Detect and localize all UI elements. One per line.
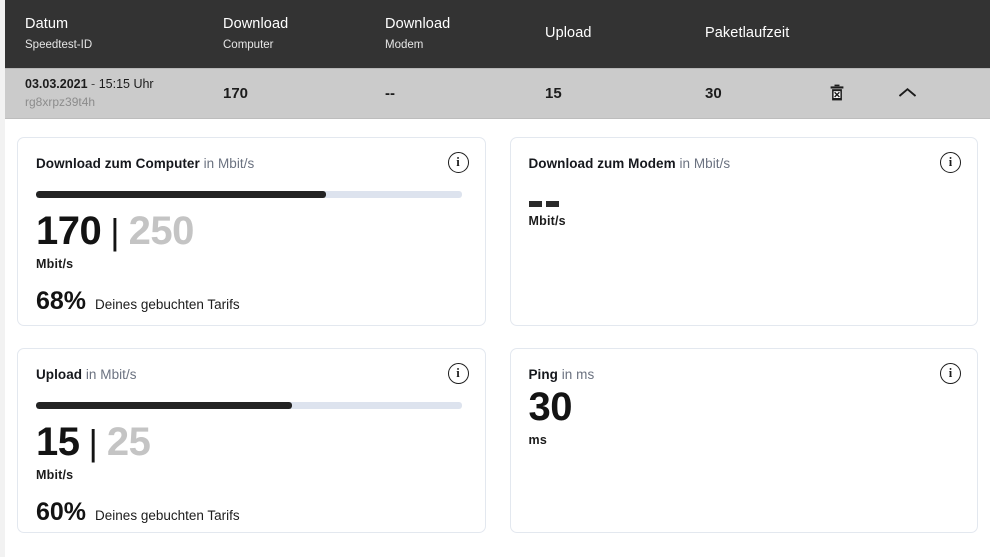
cell-date-value: 03.03.2021 xyxy=(25,77,88,91)
cell-datum: 03.03.2021 - 15:15 Uhr rg8xrpz39t4h xyxy=(25,69,215,118)
table-row[interactable]: 03.03.2021 - 15:15 Uhr rg8xrpz39t4h 170 … xyxy=(5,68,990,119)
cell-download-computer: 170 xyxy=(223,69,373,118)
card-download-modem-title-strong: Download zum Modem xyxy=(529,156,676,171)
cell-upload: 15 xyxy=(545,69,695,118)
card-ping-value: 30 xyxy=(529,388,573,426)
column-header-paketlaufzeit-title: Paketlaufzeit xyxy=(705,24,865,44)
card-ping-title-strong: Ping xyxy=(529,367,558,382)
column-header-download-modem-title: Download xyxy=(385,15,535,35)
card-upload-percent-row: 60% Deines gebuchten Tarifs xyxy=(36,500,465,525)
card-download-computer-metric: 170 | 250 xyxy=(36,212,465,250)
column-header-download-computer-title: Download xyxy=(223,15,373,35)
column-header-datum: Datum Speedtest-ID xyxy=(25,0,215,68)
card-upload-separator: | xyxy=(89,426,98,460)
card-download-computer-percent-label: Deines gebuchten Tarifs xyxy=(95,297,240,312)
trash-icon xyxy=(830,84,844,104)
info-icon[interactable]: i xyxy=(448,152,469,173)
card-upload-title-strong: Upload xyxy=(36,367,82,382)
cell-upload-value: 15 xyxy=(545,85,695,102)
card-download-modem-title: Download zum Modem in Mbit/s xyxy=(529,156,958,171)
cell-date-separator: - xyxy=(91,77,95,91)
column-header-paketlaufzeit: Paketlaufzeit xyxy=(705,0,865,68)
column-header-upload-title: Upload xyxy=(545,24,695,44)
column-header-datum-title: Datum xyxy=(25,15,215,35)
column-header-download-modem: Download Modem xyxy=(385,0,535,68)
card-upload-progress-fill xyxy=(36,402,292,409)
info-icon[interactable]: i xyxy=(940,363,961,384)
speedtest-results-page: Datum Speedtest-ID Download Computer Dow… xyxy=(0,0,999,557)
card-download-computer-title: Download zum Computer in Mbit/s xyxy=(36,156,465,171)
card-upload-value: 15 xyxy=(36,423,80,461)
column-header-upload: Upload xyxy=(545,0,695,68)
delete-row-button[interactable] xyxy=(817,69,857,118)
card-download-computer-progress-track xyxy=(36,191,462,198)
card-download-computer-percent: 68% xyxy=(36,289,86,314)
card-upload-progress-track xyxy=(36,402,462,409)
metric-cards-grid: Download zum Computer in Mbit/s i 170 | … xyxy=(5,119,990,557)
dash-glyph xyxy=(529,201,542,207)
collapse-row-button-wrap[interactable] xyxy=(887,69,927,118)
card-download-modem-unit: Mbit/s xyxy=(529,214,958,228)
card-upload-unit: Mbit/s xyxy=(36,468,465,482)
card-download-computer-value: 170 xyxy=(36,212,101,250)
card-download-computer-separator: | xyxy=(110,215,119,249)
card-download-modem-title-rest: in Mbit/s xyxy=(676,156,731,171)
cell-speedtest-id: rg8xrpz39t4h xyxy=(25,95,215,111)
card-upload-max: 25 xyxy=(107,423,151,461)
column-header-download-computer: Download Computer xyxy=(223,0,373,68)
column-header-download-computer-subtitle: Computer xyxy=(223,38,373,53)
card-download-modem: Download zum Modem in Mbit/s i Mbit/s xyxy=(510,137,979,326)
card-download-computer: Download zum Computer in Mbit/s i 170 | … xyxy=(17,137,486,326)
card-upload: Upload in Mbit/s i 15 | 25 Mbit/s 60% De… xyxy=(17,348,486,533)
card-upload-metric: 15 | 25 xyxy=(36,423,465,461)
card-download-computer-max: 250 xyxy=(129,212,194,250)
cell-download-modem-value: -- xyxy=(385,85,535,102)
card-download-computer-progress-fill xyxy=(36,191,326,198)
cell-download-modem: -- xyxy=(385,69,535,118)
card-download-computer-percent-row: 68% Deines gebuchten Tarifs xyxy=(36,289,465,314)
card-ping-title-rest: in ms xyxy=(558,367,594,382)
info-icon[interactable]: i xyxy=(448,363,469,384)
cell-time-value: 15:15 Uhr xyxy=(99,77,154,91)
card-upload-percent: 60% xyxy=(36,500,86,525)
card-upload-title-rest: in Mbit/s xyxy=(82,367,137,382)
card-download-modem-value xyxy=(529,201,958,207)
results-table-header: Datum Speedtest-ID Download Computer Dow… xyxy=(5,0,990,68)
card-ping: Ping in ms i 30 ms xyxy=(510,348,979,533)
chevron-up-icon xyxy=(899,86,916,101)
collapse-row-button[interactable] xyxy=(887,69,927,118)
delete-row-button-wrap[interactable] xyxy=(817,69,857,118)
cell-datum-datetime: 03.03.2021 - 15:15 Uhr xyxy=(25,76,215,93)
card-ping-unit: ms xyxy=(529,433,958,447)
column-header-download-modem-subtitle: Modem xyxy=(385,38,535,53)
card-download-computer-title-rest: in Mbit/s xyxy=(200,156,255,171)
card-upload-percent-label: Deines gebuchten Tarifs xyxy=(95,508,240,523)
info-icon[interactable]: i xyxy=(940,152,961,173)
card-ping-metric: 30 xyxy=(529,388,958,426)
card-download-computer-unit: Mbit/s xyxy=(36,257,465,271)
dash-glyph xyxy=(546,201,559,207)
card-upload-title: Upload in Mbit/s xyxy=(36,367,465,382)
card-ping-title: Ping in ms xyxy=(529,367,958,382)
column-header-datum-subtitle: Speedtest-ID xyxy=(25,38,215,53)
card-download-computer-title-strong: Download zum Computer xyxy=(36,156,200,171)
cell-download-computer-value: 170 xyxy=(223,85,373,102)
